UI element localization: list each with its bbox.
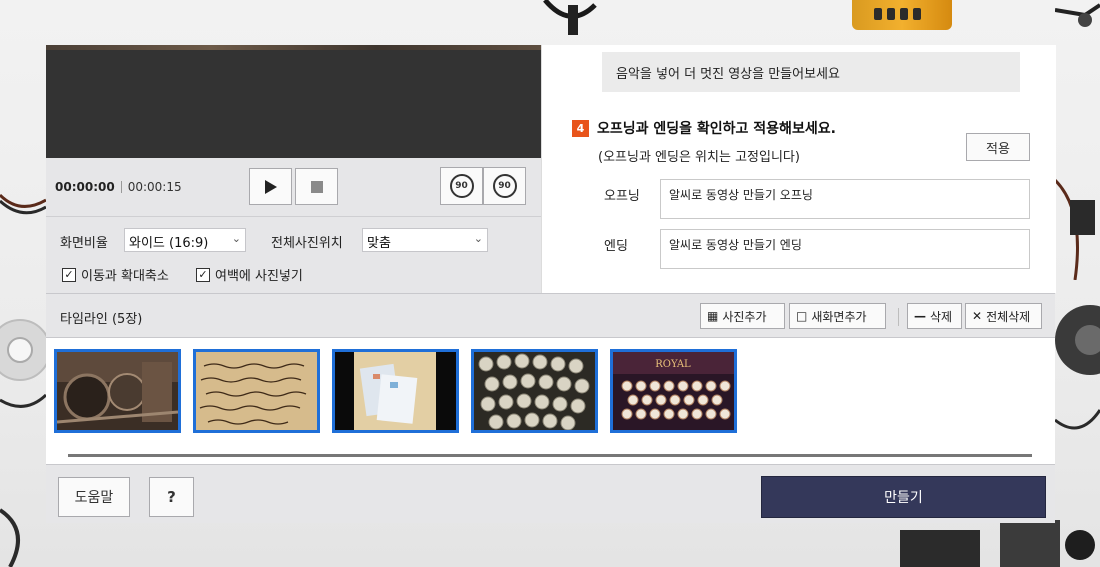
timeline-thumbnails: ROYAL [46, 338, 1055, 464]
envelopes-image [335, 352, 456, 430]
time-separator [120, 181, 122, 193]
video-preview [46, 45, 541, 158]
player-controls: 00:00:00 00:00:15 90 90 [46, 158, 541, 217]
step-subtitle: (오프닝과 엔딩은 위치는 고정입니다) [598, 150, 800, 165]
rotate-right-icon: 90 [492, 174, 517, 198]
gear-decoration [1054, 305, 1100, 430]
play-button[interactable] [249, 168, 292, 205]
timeline-toolbar: 타임라인 (5장) ▦ 사진추가 □ 새화면추가 — 삭제 ✕ 전체삭제 [46, 293, 1055, 338]
rotate-left-icon: 90 [449, 174, 474, 198]
thumbnail-typewriter-keys[interactable] [471, 349, 598, 433]
minus-icon: — [914, 309, 926, 323]
photo-options: 화면비율 와이드 (16:9) ⌄ 전체사진위치 맞춤 ⌄ ✓ 이동과 확대축소… [46, 217, 541, 293]
footer-bar: 도움말 ? 만들기 [46, 464, 1055, 523]
question-button[interactable]: ? [149, 477, 194, 517]
thumbnail-royal-typewriter[interactable]: ROYAL [610, 349, 737, 433]
check-icon: ✓ [62, 267, 76, 282]
ending-label: 엔딩 [604, 239, 628, 254]
machine-part-decoration [900, 520, 1095, 567]
time-display: 00:00:00 00:00:15 [55, 180, 182, 194]
stop-icon [310, 180, 323, 193]
add-screen-button[interactable]: □ 새화면추가 [789, 303, 886, 329]
help-button[interactable]: 도움말 [58, 477, 130, 517]
typewriter-keys-image [474, 352, 595, 430]
chevron-down-icon: ⌄ [231, 232, 241, 245]
fill-margin-checkbox[interactable]: ✓ 여백에 사진넣기 [196, 265, 303, 284]
aspect-ratio-label: 화면비율 [60, 236, 108, 251]
photo-position-label: 전체사진위치 [271, 236, 343, 251]
wire-decoration [1055, 178, 1095, 280]
delete-label: 삭제 [930, 309, 953, 324]
thumbnail-typewriter-closeup[interactable] [54, 349, 181, 433]
close-icon: ✕ [972, 309, 983, 323]
spring-decoration [1055, 3, 1100, 27]
thumbnail-handwritten-letter[interactable] [193, 349, 320, 433]
add-screen-label: 새화면추가 [811, 309, 867, 324]
add-photo-icon: ▦ [707, 309, 719, 323]
typewriter-closeup-image [57, 352, 178, 430]
video-maker-window: 00:00:00 00:00:15 90 90 화면비율 와이드 (16:9) … [46, 45, 1056, 523]
machine-part-decoration [0, 508, 20, 567]
add-photo-label: 사진추가 [722, 309, 767, 324]
royal-text: ROYAL [655, 359, 691, 370]
royal-typewriter-image: ROYAL [613, 352, 734, 430]
total-time: 00:00:15 [127, 180, 182, 194]
timeline-scrollbar[interactable] [68, 454, 1032, 457]
handwritten-letter-image [196, 352, 317, 430]
step-title: 오프닝과 엔딩을 확인하고 적용해보세요. [597, 121, 836, 137]
delete-button[interactable]: — 삭제 [907, 303, 962, 329]
add-photo-button[interactable]: ▦ 사진추가 [700, 303, 785, 329]
step-number-badge: 4 [572, 119, 589, 137]
apply-button[interactable]: 적용 [966, 133, 1030, 161]
chevron-down-icon: ⌄ [473, 232, 483, 245]
toolbar-divider [898, 308, 899, 326]
pan-zoom-label: 이동과 확대축소 [81, 269, 169, 284]
aspect-ratio-select[interactable]: 와이드 (16:9) ⌄ [124, 228, 246, 252]
thumbnail-envelopes[interactable] [332, 349, 459, 433]
step-header: 4 오프닝과 엔딩을 확인하고 적용해보세요. [572, 118, 836, 138]
make-button[interactable]: 만들기 [761, 476, 1046, 518]
delete-all-label: 전체삭제 [986, 309, 1031, 324]
gold-part-decoration [852, 0, 952, 30]
music-tip: 음악을 넣어 더 멋진 영상을 만들어보세요 [602, 52, 1020, 92]
pan-zoom-checkbox[interactable]: ✓ 이동과 확대축소 [62, 265, 169, 284]
add-screen-icon: □ [796, 309, 808, 323]
opening-label: 오프닝 [604, 189, 640, 204]
opening-ending-panel: 음악을 넣어 더 멋진 영상을 만들어보세요 4 오프닝과 엔딩을 확인하고 적… [541, 45, 1056, 293]
rotate-right-button[interactable]: 90 [483, 167, 526, 205]
photo-position-value: 맞춤 [367, 236, 391, 251]
photo-position-select[interactable]: 맞춤 ⌄ [362, 228, 488, 252]
opening-field[interactable]: 알씨로 동영상 만들기 오프닝 [660, 179, 1030, 219]
wire-decoration [0, 193, 46, 215]
rotate-right-label: 90 [498, 181, 511, 191]
fill-margin-label: 여백에 사진넣기 [215, 269, 303, 284]
rotate-left-button[interactable]: 90 [440, 167, 483, 205]
spring-decoration [543, 0, 597, 35]
play-icon [264, 179, 277, 194]
timeline-title: 타임라인 (5장) [60, 312, 143, 327]
current-time: 00:00:00 [55, 180, 115, 194]
aspect-ratio-value: 와이드 (16:9) [129, 236, 209, 251]
ending-field[interactable]: 알씨로 동영상 만들기 엔딩 [660, 229, 1030, 269]
preview-image-strip [46, 45, 541, 50]
stop-button[interactable] [295, 168, 338, 205]
check-icon: ✓ [196, 267, 210, 282]
rotate-left-label: 90 [455, 181, 468, 191]
delete-all-button[interactable]: ✕ 전체삭제 [965, 303, 1042, 329]
gear-decoration [0, 319, 46, 408]
